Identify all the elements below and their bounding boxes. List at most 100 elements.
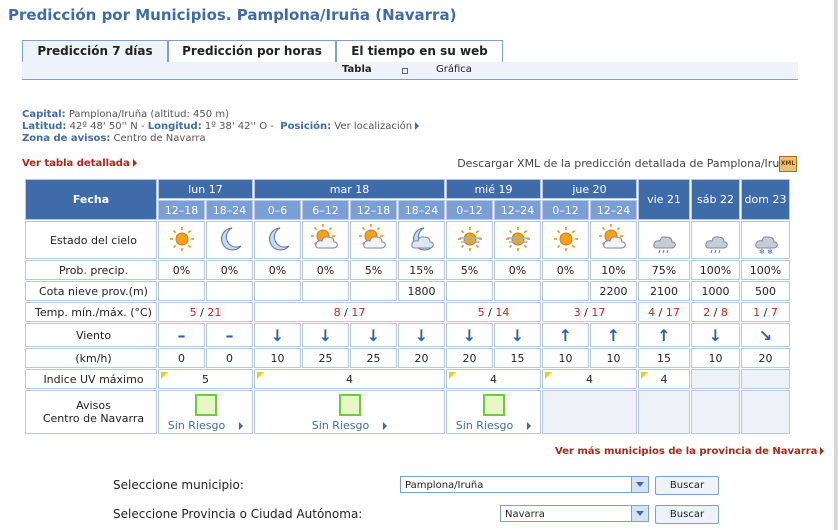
temp-separator: / [655,305,666,319]
moon-icon [220,227,241,250]
snow-level-cell [494,281,541,301]
uv-cell-empty [741,369,790,389]
sky-cell [542,221,589,259]
sin-riesgo-link[interactable]: Sin Riesgo [312,419,369,432]
tab-7-days[interactable]: Predicción 7 días [22,40,168,62]
chevron-down-icon[interactable] [631,477,648,492]
xml-file-icon[interactable]: XML [779,156,797,172]
snow-level-cell [350,281,397,301]
period-header: 12–24 [590,200,637,220]
ver-tabla-detallada[interactable]: Ver tabla detallada [22,156,137,169]
row-label-precip: Prob. precip. [25,260,157,280]
wind-speed-cell: 20 [741,348,790,368]
xml-download-link[interactable]: Descargar XML de la predicción detallada… [457,157,793,170]
arrow-right-icon [820,447,825,455]
temp-max: 17 [591,305,606,319]
forecast-table: Fecha lun 17 mar 18 mié 19 jue 20 vie 21… [24,178,791,435]
aviso-cell[interactable]: Sin Riesgo [254,390,445,434]
precip-cell: 15% [398,260,445,280]
arrow-right-icon [415,122,420,130]
wind-direction-icon: ↑ [590,323,637,347]
period-header: 0–12 [446,200,493,220]
period-header: 6–12 [302,200,349,220]
snow-level-cell: 1800 [398,281,445,301]
wind-direction-icon: ↘ [741,323,790,347]
cloud-snow-icon: ✻ ✻ [754,235,778,256]
snow-level-cell: 1000 [691,281,740,301]
wind-speed-cell: 10 [590,348,637,368]
temp-separator: / [580,305,592,319]
municipio-select-value: Pamplona/Iruña [405,480,484,491]
snow-level-cell [446,281,493,301]
wind-direction-icon: ↓ [691,323,740,347]
buscar-provincia-button[interactable]: Buscar [655,505,719,524]
arrow-right-icon [132,159,137,167]
ver-mas-municipios[interactable]: Ver más municipios de la provincia de Na… [555,444,825,457]
precip-cell: 0% [542,260,589,280]
uv-cell: 4 [638,369,690,389]
subtab-tabla[interactable]: Tabla [342,64,372,75]
row-label-uv: Indice UV máximo [25,369,157,389]
temp-min: 5 [189,305,197,319]
sky-cell [590,221,637,259]
row-label-cielo: Estado del cielo [25,221,157,259]
snow-level-cell: 2100 [638,281,690,301]
sky-cell [638,221,690,259]
sun-cloud-icon [310,223,338,248]
aviso-green-icon[interactable] [482,394,505,416]
wind-speed-cell: 15 [494,348,541,368]
aviso-green-icon[interactable] [338,394,361,416]
moon-cloud-icon [410,227,434,250]
sky-cell [691,221,740,259]
period-header: 18–24 [206,200,253,220]
temp-cell: 8 / 17 [254,302,445,322]
provincia-select-value: Navarra [505,509,545,520]
precip-cell: 5% [446,260,493,280]
uv-value: 4 [346,372,353,386]
municipio-select[interactable]: Pamplona/Iruña [400,476,649,493]
temp-min: 3 [573,305,581,319]
temp-max: 17 [351,305,366,319]
buscar-municipio-button[interactable]: Buscar [655,476,719,495]
sin-riesgo-link[interactable]: Sin Riesgo [168,419,225,432]
temp-separator: / [760,305,771,319]
ver-mas-link[interactable]: Ver más municipios de la provincia de Na… [555,446,817,457]
posicion-label: Posición: [280,121,332,132]
snow-level-cell [302,281,349,301]
wind-speed-cell: 10 [254,348,301,368]
uv-flag-icon [545,372,552,379]
sky-cell [446,221,493,259]
aviso-cell-empty [691,390,740,434]
period-header: 0–12 [542,200,589,220]
aviso-cell[interactable]: Sin Riesgo [446,390,541,434]
sky-cell: ✻ ✻ [741,221,790,259]
sin-riesgo-link[interactable]: Sin Riesgo [456,419,513,432]
temp-cell: 5 / 14 [446,302,541,322]
day-header: jue 20 [542,179,637,199]
aviso-green-icon[interactable] [194,394,217,416]
sun-cloud-icon [358,223,386,248]
aviso-cell[interactable]: Sin Riesgo [158,390,253,434]
tab-by-hours[interactable]: Predicción por horas [168,40,336,62]
precip-cell: 5% [350,260,397,280]
wind-speed-cell: 10 [691,348,740,368]
zona-label: Zona de avisos: [22,133,111,144]
sky-cell [350,221,397,259]
provincia-select[interactable]: Navarra [500,505,649,522]
row-label-nieve: Cota nieve prov.(m) [25,281,157,301]
aviso-cell-empty [542,390,637,434]
fecha-header: Fecha [25,179,157,220]
ver-tabla-link[interactable]: Ver tabla detallada [22,158,130,169]
row-label-avisos: Avisos Centro de Navarra [25,390,157,434]
snow-level-cell: 500 [741,281,790,301]
precip-cell: 100% [691,260,740,280]
wind-direction-icon: ↓ [254,323,301,347]
tab-your-web[interactable]: El tiempo en su web [336,40,503,62]
snow-level-cell [158,281,205,301]
temp-max: 7 [770,305,778,319]
ver-localizacion-link[interactable]: Ver localización [334,121,412,132]
temp-cell: 1 / 7 [741,302,790,322]
chevron-down-icon[interactable] [631,506,648,521]
sky-cell [206,221,253,259]
subtab-grafica[interactable]: Gráfica [436,64,472,75]
